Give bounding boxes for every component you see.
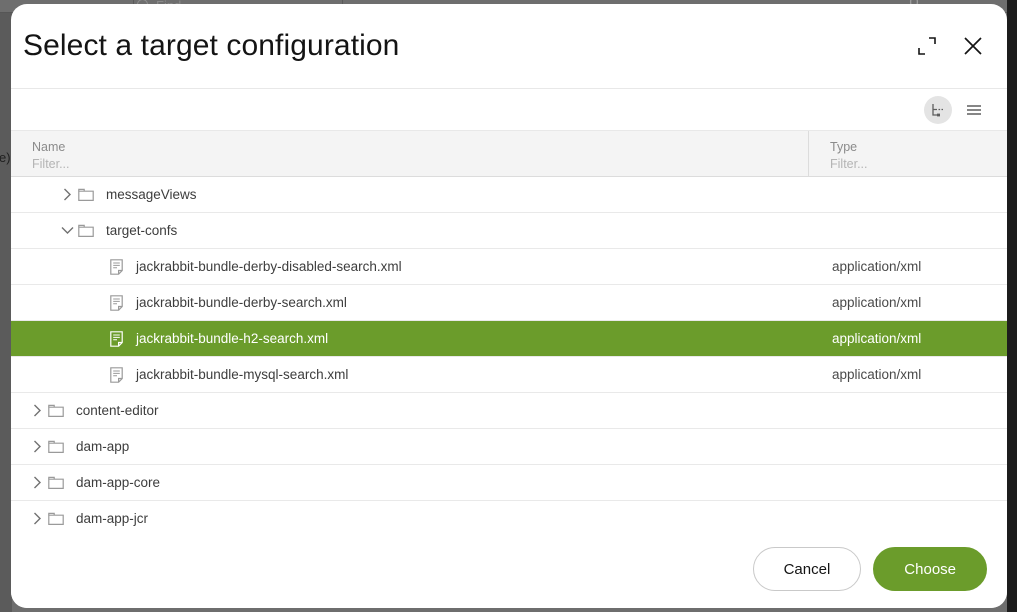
table-row[interactable]: jackrabbit-bundle-h2-search.xml applicati… [11,321,1007,357]
row-label: dam-app [76,439,130,454]
table-column-headers: Name Filter... Type Filter... [11,131,1007,177]
column-header-type: Type Filter... [809,131,1007,176]
dialog-header-actions [913,32,987,60]
tree-expand-toggle-icon[interactable] [27,473,47,493]
tree-twisty-placeholder [87,293,107,313]
tree-expand-toggle-icon[interactable] [27,437,47,457]
row-label: content-editor [76,403,159,418]
column-header-name: Name Filter... [11,131,809,176]
tree-twisty-placeholder [87,365,107,385]
column-name-label: Name [32,140,66,154]
cancel-button[interactable]: Cancel [752,547,862,591]
dialog-header: Select a target configuration [11,4,1007,89]
row-label: jackrabbit-bundle-derby-search.xml [136,295,347,310]
close-icon[interactable] [959,32,987,60]
tree-twisty-placeholder [87,257,107,277]
row-label: messageViews [106,187,197,202]
folder-icon [47,510,65,528]
file-icon [107,330,125,348]
tree-expand-toggle-icon[interactable] [27,509,47,529]
maximize-icon[interactable] [913,32,941,60]
tree-expand-toggle-icon[interactable] [27,401,47,421]
list-view-icon[interactable] [960,96,988,124]
row-type-cell: application/xml [832,367,922,382]
folder-icon [77,186,95,204]
row-name-cell: messageViews [11,177,809,212]
tree-twisty-placeholder [87,329,107,349]
row-label: target-confs [106,223,178,238]
target-configuration-dialog: Select a target configuration Name Filte… [11,4,1007,608]
table-row[interactable]: jackrabbit-bundle-derby-search.xml applic… [11,285,1007,321]
file-icon [107,258,125,276]
folder-icon [77,222,95,240]
column-type-label: Type [830,140,858,154]
column-type-filter-input[interactable]: Filter... [830,156,1007,173]
row-label: jackrabbit-bundle-mysql-search.xml [136,367,349,382]
folder-icon [47,474,65,492]
row-name-cell: jackrabbit-bundle-mysql-search.xml [11,357,809,392]
table-row[interactable]: content-editor [11,393,1007,429]
row-type-cell: application/xml [832,295,922,310]
tree-expand-toggle-icon[interactable] [57,221,77,241]
dialog-footer: Cancel Choose [11,530,1007,608]
table-row[interactable]: jackrabbit-bundle-derby-disabled-search.… [11,249,1007,285]
row-name-cell: dam-app-jcr [11,501,809,530]
tree-expand-toggle-icon[interactable] [57,185,77,205]
folder-icon [47,402,65,420]
row-name-cell: jackrabbit-bundle-h2-search.xml [11,321,809,356]
tree-view-icon[interactable] [924,95,952,124]
row-label: dam-app-jcr [76,511,149,526]
table-row[interactable]: dam-app [11,429,1007,465]
background-dark-edge [1007,0,1017,612]
row-label: dam-app-core [76,475,161,490]
row-type-cell: application/xml [832,259,922,274]
row-label: jackrabbit-bundle-h2-search.xml [136,331,329,346]
file-icon [107,294,125,312]
background-left-text: e) [0,150,11,165]
row-name-cell: dam-app-core [11,465,809,500]
table-row[interactable]: dam-app-core [11,465,1007,501]
choose-button[interactable]: Choose [873,547,987,591]
table-row[interactable]: jackrabbit-bundle-mysql-search.xml applic… [11,357,1007,393]
row-name-cell: target-confs [11,213,809,248]
file-icon [107,366,125,384]
table-row[interactable]: dam-app-jcr [11,501,1007,530]
row-name-cell: jackrabbit-bundle-derby-search.xml [11,285,809,320]
row-name-cell: jackrabbit-bundle-derby-disabled-search.… [11,249,809,284]
row-label: jackrabbit-bundle-derby-disabled-search.… [136,259,402,274]
table-row[interactable]: messageViews [11,177,1007,213]
row-name-cell: content-editor [11,393,809,428]
column-name-filter-input[interactable]: Filter... [32,156,808,173]
row-type-cell: application/xml [832,331,922,346]
table-row[interactable]: target-confs [11,213,1007,249]
row-name-cell: dam-app [11,429,809,464]
dialog-toolbar [11,89,1007,131]
dialog-title: Select a target configuration [23,29,400,62]
folder-icon [47,438,65,456]
configuration-tree-list[interactable]: messageViews target-confs jackrabbit-bundl… [11,177,1007,530]
